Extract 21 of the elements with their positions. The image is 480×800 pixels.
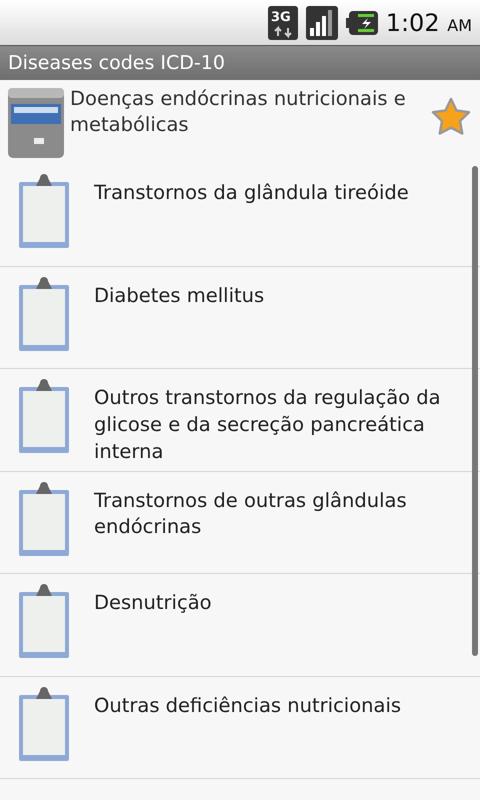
list-item[interactable]: Diabetes mellitus bbox=[0, 266, 480, 369]
list-item[interactable]: Transtornos de outras glândulas endócrinas bbox=[0, 472, 480, 574]
file-cabinet-icon bbox=[6, 86, 66, 160]
clipboard-icon bbox=[18, 276, 70, 352]
clipboard-icon bbox=[18, 482, 70, 558]
clipboard-icon bbox=[18, 686, 70, 762]
clipboard-icon bbox=[18, 379, 70, 455]
signal-icon bbox=[306, 6, 338, 40]
list-item[interactable]: Transtornos da glândula tireóide bbox=[0, 164, 480, 266]
app-title: Diseases codes ICD-10 bbox=[8, 50, 225, 76]
network-3g-icon: 3G bbox=[268, 6, 298, 40]
scrollbar[interactable] bbox=[472, 166, 478, 656]
star-icon[interactable] bbox=[430, 96, 472, 138]
list-item[interactable]: Outros transtornos da regulação da glicose e da secreção pancreática interna bbox=[0, 369, 480, 472]
battery-charging-icon bbox=[346, 10, 378, 34]
list-item[interactable]: Outras deficiências nutricionais bbox=[0, 676, 480, 779]
clipboard-icon bbox=[18, 174, 70, 250]
clipboard-icon bbox=[18, 584, 70, 660]
list-item[interactable]: Desnutrição bbox=[0, 574, 480, 676]
clock-time: 1:02 AM bbox=[386, 8, 472, 38]
category-title: Doenças endócrinas nutricionais e metabólicas bbox=[70, 86, 407, 138]
